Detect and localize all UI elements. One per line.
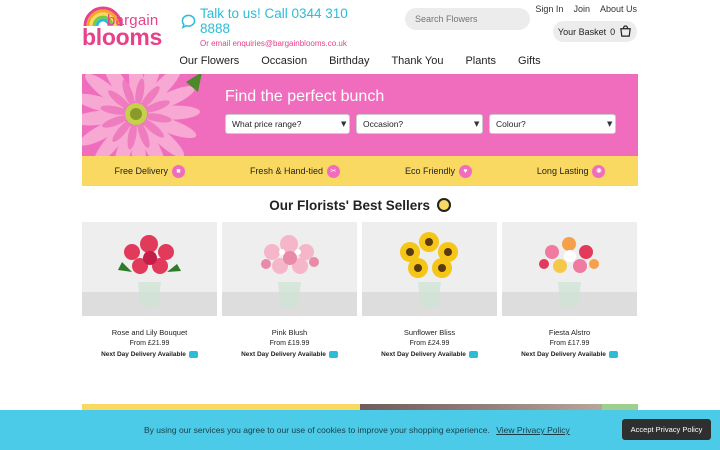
product-card[interactable]: Fiesta Alstro From £17.99 Next Day Deliv… <box>502 222 637 358</box>
bouquet-image-rose-lily[interactable] <box>82 222 217 316</box>
contact-block: Talk to us! Call 0344 310 8888 Or email … <box>181 6 381 48</box>
scissors-icon: ✂ <box>326 164 340 178</box>
delivery-truck-icon <box>608 351 618 358</box>
basket-icon <box>620 25 631 37</box>
usp-label: Eco Friendly <box>404 166 455 176</box>
gerbera-flower-image <box>82 74 202 156</box>
basket-button[interactable]: Your Basket 0 <box>553 21 637 42</box>
delivery-info: Next Day Delivery Available <box>502 351 637 358</box>
usp-fresh-hand-tied: Fresh & Hand-tied ✂ <box>249 164 340 178</box>
price-range-select[interactable]: What price range? <box>225 114 350 134</box>
delivery-text: Next Day Delivery Available <box>101 351 186 358</box>
accept-privacy-button[interactable]: Accept Privacy Policy <box>622 419 711 440</box>
delivery-text: Next Day Delivery Available <box>241 351 326 358</box>
hero-finder: Find the perfect bunch What price range?… <box>82 74 638 156</box>
phone-text: Talk to us! Call 0344 310 8888 <box>199 6 348 36</box>
delivery-truck-icon <box>468 351 478 358</box>
colour-select[interactable]: Colour? <box>489 114 616 134</box>
hero-title: Find the perfect bunch <box>225 88 385 105</box>
usp-free-delivery: Free Delivery ■ <box>114 164 185 178</box>
logo-text-blooms: blooms <box>82 24 162 50</box>
phone-line[interactable]: Talk to us! Call 0344 310 8888 <box>181 6 381 36</box>
delivery-truck-icon <box>328 351 338 358</box>
site-logo[interactable]: bargain blooms <box>82 2 164 50</box>
occasion-select[interactable]: Occasion? <box>356 114 483 134</box>
usp-long-lasting: Long Lasting ✺ <box>536 164 606 178</box>
usp-label: Free Delivery <box>114 166 168 176</box>
product-price: From £21.99 <box>129 340 170 347</box>
product-name[interactable]: Rose and Lily Bouquet <box>82 328 217 337</box>
product-grid: Rose and Lily Bouquet From £21.99 Next D… <box>82 222 638 358</box>
chat-bubble-icon <box>181 14 196 29</box>
cookie-consent-bar: By using our services you agree to our u… <box>0 410 720 450</box>
account-links: Sign In Join About Us <box>535 4 637 14</box>
cookie-text: By using our services you agree to our u… <box>144 425 490 435</box>
nav-gifts[interactable]: Gifts <box>507 55 552 67</box>
search-input[interactable] <box>405 8 530 30</box>
delivery-van-icon: ■ <box>171 164 185 178</box>
nav-occasion[interactable]: Occasion <box>250 55 318 67</box>
usp-label: Long Lasting <box>536 166 589 176</box>
nav-birthday[interactable]: Birthday <box>318 55 380 67</box>
delivery-info: Next Day Delivery Available <box>222 351 357 358</box>
nav-thank-you[interactable]: Thank You <box>380 55 454 67</box>
product-price: From £17.99 <box>549 340 590 347</box>
sign-in-link[interactable]: Sign In <box>535 4 563 14</box>
product-card[interactable]: Sunflower Bliss From £24.99 Next Day Del… <box>362 222 497 358</box>
basket-label: Your Basket <box>557 26 607 37</box>
delivery-info: Next Day Delivery Available <box>362 351 497 358</box>
basket-count: 0 <box>610 26 616 37</box>
delivery-text: Next Day Delivery Available <box>521 351 606 358</box>
nav-our-flowers[interactable]: Our Flowers <box>168 55 250 67</box>
email-link[interactable]: Or email enquiries@bargainblooms.co.uk <box>200 39 381 48</box>
delivery-info: Next Day Delivery Available <box>82 351 217 358</box>
bouquet-image-fiesta-alstro[interactable] <box>502 222 637 316</box>
cookie-message: By using our services you agree to our u… <box>144 425 570 435</box>
about-us-link[interactable]: About Us <box>600 4 637 14</box>
sun-icon: ✺ <box>592 164 606 178</box>
product-card[interactable]: Pink Blush From £19.99 Next Day Delivery… <box>222 222 357 358</box>
usp-eco-friendly: Eco Friendly ♥ <box>404 164 472 178</box>
usp-bar: Free Delivery ■ Fresh & Hand-tied ✂ Eco … <box>82 156 638 186</box>
product-price: From £19.99 <box>269 340 310 347</box>
product-name[interactable]: Fiesta Alstro <box>502 328 637 337</box>
delivery-text: Next Day Delivery Available <box>381 351 466 358</box>
nav-plants[interactable]: Plants <box>454 55 507 67</box>
bouquet-image-sunflower[interactable] <box>362 222 497 316</box>
product-name[interactable]: Sunflower Bliss <box>362 328 497 337</box>
privacy-policy-link[interactable]: View Privacy Policy <box>496 425 570 435</box>
product-card[interactable]: Rose and Lily Bouquet From £21.99 Next D… <box>82 222 217 358</box>
delivery-truck-icon <box>188 351 198 358</box>
award-medal-icon <box>436 198 451 212</box>
bouquet-image-pink-blush[interactable] <box>222 222 357 316</box>
best-sellers-title: Our Florists' Best Sellers <box>269 198 430 213</box>
product-price: From £24.99 <box>409 340 450 347</box>
heart-icon: ♥ <box>458 164 472 178</box>
product-name[interactable]: Pink Blush <box>222 328 357 337</box>
usp-label: Fresh & Hand-tied <box>249 166 323 176</box>
main-nav: Our Flowers Occasion Birthday Thank You … <box>82 55 638 67</box>
best-sellers-heading: Our Florists' Best Sellers <box>82 198 638 213</box>
join-link[interactable]: Join <box>573 4 590 14</box>
